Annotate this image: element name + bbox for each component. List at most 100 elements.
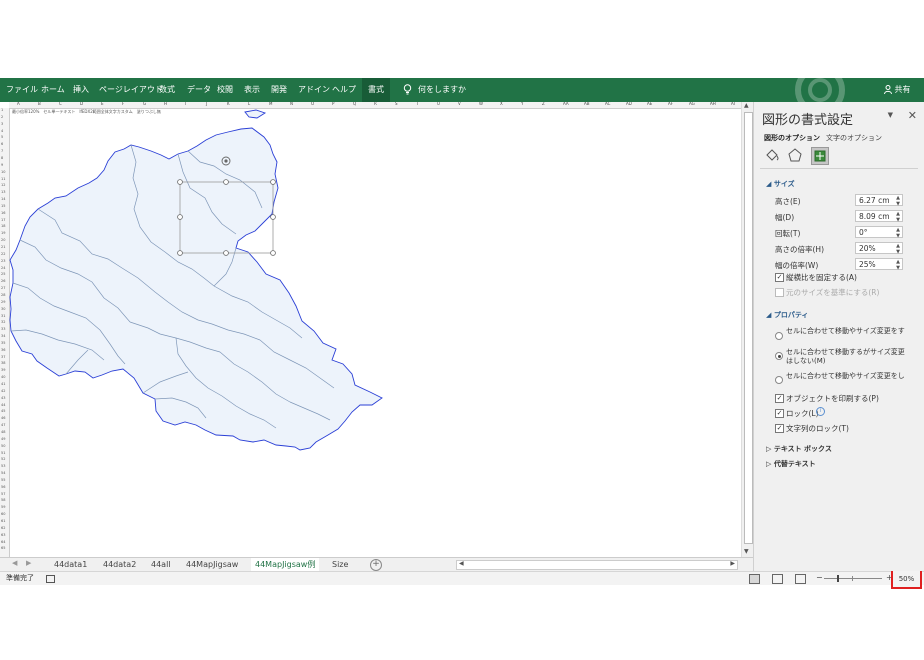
prev-sheet-icon[interactable]: ◀ [12, 559, 17, 567]
excel-window: ファイル ホーム 挿入 ページレイアウト 数式 データ 校閲 表示 開発 アドイ… [0, 76, 924, 589]
effects-icon[interactable] [787, 147, 803, 163]
scroll-thumb[interactable] [744, 112, 753, 544]
move-no-size-label: セルに合わせて移動するがサイズ変更はしない(M) [786, 348, 905, 365]
move-no-size-radio[interactable] [775, 352, 783, 360]
tab-format[interactable]: 書式 [362, 78, 390, 102]
size-section-header[interactable]: ◢ サイズ [766, 179, 795, 189]
tab-formulas[interactable]: 数式 [159, 78, 175, 102]
spinner-icon[interactable]: ▲ ▼ [896, 259, 900, 271]
ribbon-decoration [795, 76, 845, 104]
lock-text-checkbox[interactable]: ✓ [775, 424, 784, 433]
relative-original-checkbox [775, 288, 784, 297]
zoom-level[interactable]: 50% [891, 569, 922, 589]
lock-aspect-checkbox[interactable]: ✓ [775, 273, 784, 282]
add-sheet-button[interactable]: + [370, 559, 382, 571]
sheet-tab-44mapjigsaw[interactable]: 44MapJigsaw [186, 558, 238, 572]
spinner-icon[interactable]: ▲ ▼ [896, 195, 900, 207]
scroll-right-icon[interactable]: ▶ [730, 560, 735, 567]
width-label: 幅(D) [775, 213, 795, 222]
ribbon: ファイル ホーム 挿入 ページレイアウト 数式 データ 校閲 表示 開発 アドイ… [0, 76, 924, 104]
scale-width-value: 25% [859, 260, 876, 269]
size-properties-icon[interactable] [811, 147, 829, 165]
close-icon[interactable]: ✕ [908, 109, 917, 122]
scroll-left-icon[interactable]: ◀ [459, 560, 464, 567]
share-button[interactable]: 共有 [884, 78, 911, 102]
sheet-tab-44all[interactable]: 44all [151, 558, 171, 572]
horizontal-scrollbar[interactable]: ◀ ▶ [456, 560, 738, 570]
scale-width-field[interactable]: 25% ▲ ▼ [855, 258, 903, 271]
sheet-tab-44data2[interactable]: 44data2 [103, 558, 136, 572]
tab-data[interactable]: データ [187, 78, 211, 102]
person-icon [884, 85, 895, 95]
locked-checkbox[interactable]: ✓ [775, 409, 784, 418]
relative-original-label: 元のサイズを基準にする(R) [786, 288, 880, 297]
page-layout-view-button[interactable] [772, 574, 783, 584]
no-move-no-size-radio[interactable] [775, 376, 783, 384]
spinner-icon[interactable]: ▲ ▼ [896, 211, 900, 223]
height-label: 高さ(E) [775, 197, 801, 206]
share-label: 共有 [894, 85, 911, 94]
textbox-section-header[interactable]: ▷ テキスト ボックス [766, 444, 832, 454]
height-value: 6.27 cm [859, 196, 890, 205]
tab-view[interactable]: 表示 [244, 78, 260, 102]
rotation-field[interactable]: 0° ▲ ▼ [855, 226, 903, 239]
scale-height-value: 20% [859, 244, 876, 253]
next-sheet-icon[interactable]: ▶ [26, 559, 31, 567]
sheet-tab-bar: ◀ ▶ 44data1 44data2 44all 44MapJigsaw 44… [0, 557, 753, 574]
spinner-icon[interactable]: ▲ ▼ [896, 243, 900, 255]
info-icon[interactable]: i [816, 407, 825, 416]
region-outline [9, 109, 383, 451]
pane-options-icon[interactable]: ▼ [888, 111, 893, 119]
tab-addins[interactable]: アドイン [298, 78, 330, 102]
tab-insert[interactable]: 挿入 [73, 78, 89, 102]
rotation-label: 回転(T) [775, 229, 801, 238]
move-size-label: セルに合わせて移動やサイズ変更をする(S) [786, 327, 905, 335]
tab-page-layout[interactable]: ページレイアウト [99, 78, 163, 102]
tab-shape-options[interactable]: 図形のオプション [764, 133, 820, 143]
lock-aspect-label: 縦横比を固定する(A) [786, 273, 857, 282]
zoom-slider[interactable] [824, 578, 882, 579]
no-move-no-size-label: セルに合わせて移動やサイズ変更をしない(D) [786, 372, 905, 380]
scale-width-label: 幅の倍率(W) [775, 261, 819, 270]
scroll-up-icon[interactable]: ▲ [744, 102, 749, 109]
worksheet[interactable]: A B C D E F G H I J K L M N O P Q R S T U V W X Y Z AA AB AC AD AE AF AG… [0, 102, 741, 557]
alt-text-section-header[interactable]: ▷ 代替テキスト [766, 459, 816, 469]
scroll-down-icon[interactable]: ▼ [744, 548, 749, 555]
tab-developer[interactable]: 開発 [271, 78, 287, 102]
zoom-out-button[interactable]: − [816, 572, 823, 584]
spinner-icon[interactable]: ▲ ▼ [896, 227, 900, 239]
print-object-label: オブジェクトを印刷する(P) [786, 394, 879, 403]
alt-text-section-label: 代替テキスト [773, 460, 816, 468]
pane-title: 図形の書式設定 [762, 113, 854, 128]
pane-divider [760, 168, 918, 169]
properties-section-header[interactable]: ◢ プロパティ [766, 310, 808, 320]
page-break-view-button[interactable] [795, 574, 806, 584]
zoom-slider-tick [852, 576, 853, 581]
sheet-tab-size[interactable]: Size [332, 558, 348, 572]
lock-text-label: 文字列のロック(T) [786, 424, 849, 433]
tell-me-search[interactable]: 何をしますか [418, 78, 466, 102]
sheet-tab-44data1[interactable]: 44data1 [54, 558, 87, 572]
scale-height-field[interactable]: 20% ▲ ▼ [855, 242, 903, 255]
macro-record-icon[interactable] [46, 575, 55, 583]
tab-help[interactable]: ヘルプ [332, 78, 356, 102]
move-size-radio[interactable] [775, 332, 783, 340]
fill-line-icon[interactable] [764, 147, 780, 163]
tab-home[interactable]: ホーム [41, 78, 65, 102]
locked-label: ロック(L) [786, 409, 819, 418]
rotation-value: 0° [859, 228, 868, 237]
tab-text-options[interactable]: 文字のオプション [826, 133, 882, 143]
textbox-section-label: テキスト ボックス [773, 445, 832, 453]
lightbulb-icon [403, 78, 412, 102]
zoom-slider-thumb[interactable] [837, 575, 839, 582]
width-field[interactable]: 8.09 cm ▲ ▼ [855, 210, 903, 223]
width-value: 8.09 cm [859, 212, 890, 221]
normal-view-button[interactable] [749, 574, 760, 584]
properties-section-label: プロパティ [773, 311, 809, 319]
height-field[interactable]: 6.27 cm ▲ ▼ [855, 194, 903, 207]
tab-file[interactable]: ファイル [6, 78, 38, 102]
tab-review[interactable]: 校閲 [217, 78, 233, 102]
print-object-checkbox[interactable]: ✓ [775, 394, 784, 403]
map-shape[interactable] [0, 102, 741, 557]
format-shape-pane: 図形の書式設定 ▼ ✕ 図形のオプション 文字のオプション ◢ サイズ 高さ(E… [753, 102, 924, 571]
